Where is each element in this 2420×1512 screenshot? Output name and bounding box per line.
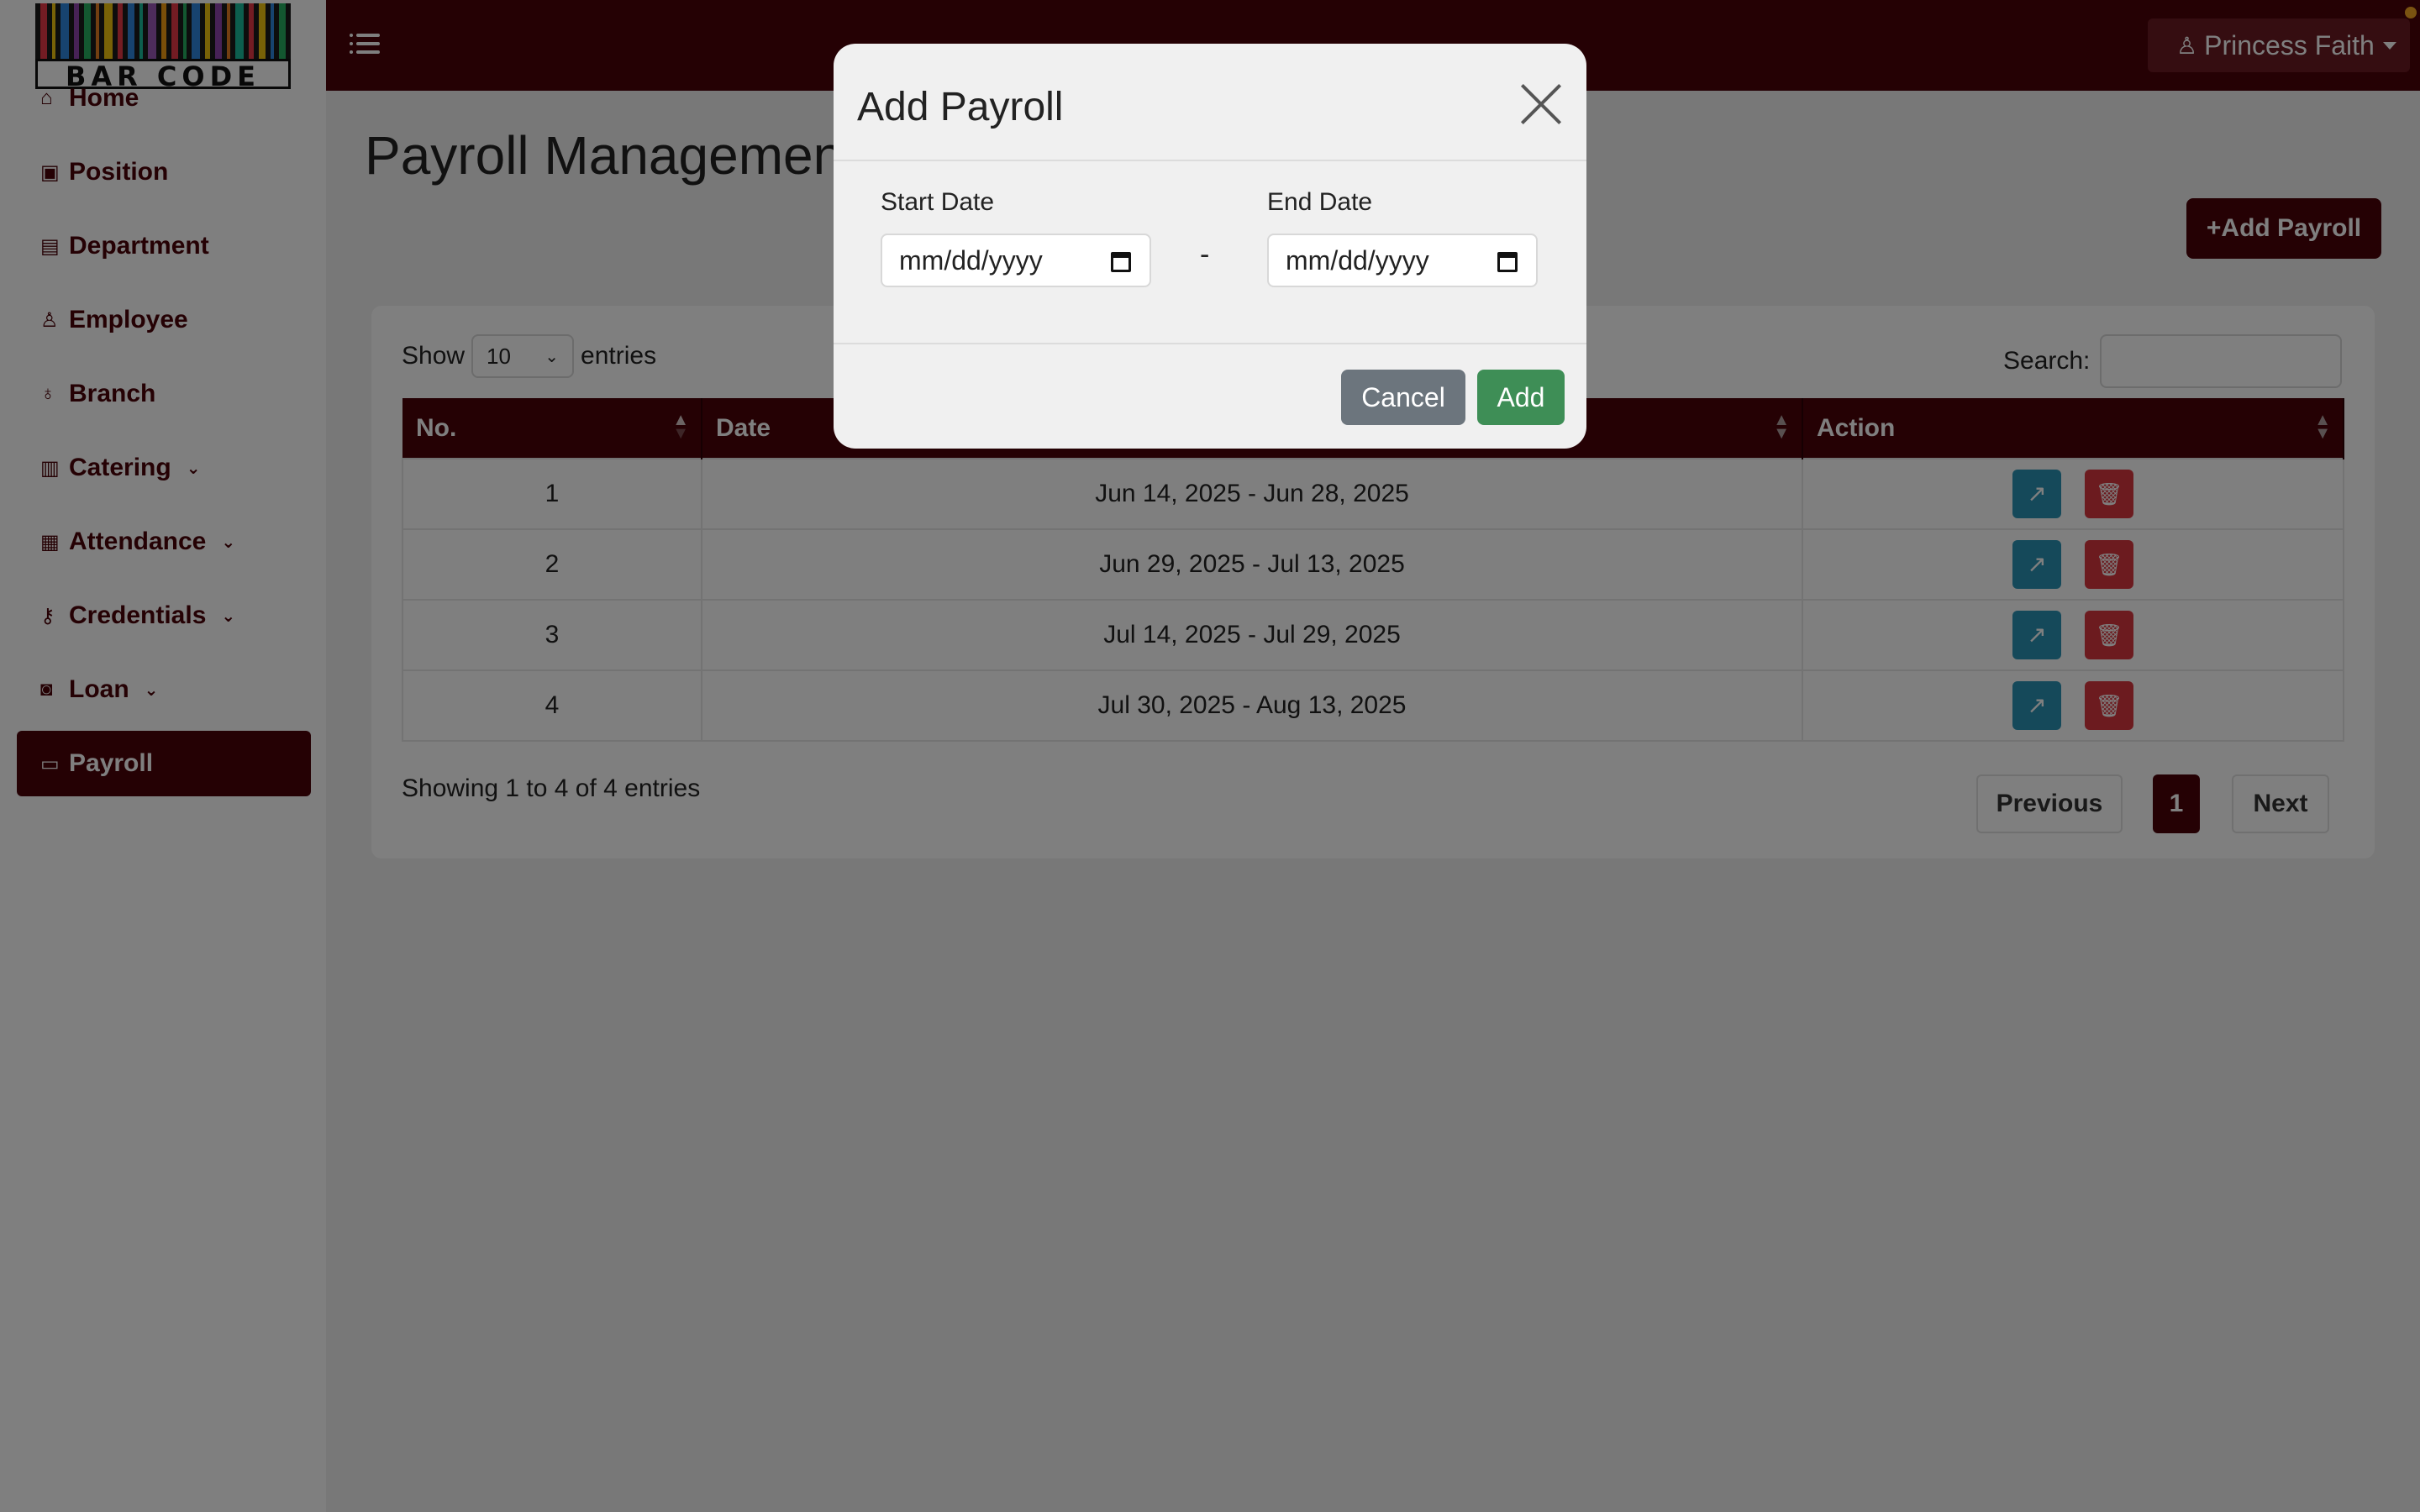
add-payroll-modal: Add Payroll Start Date mm/dd/yyyy - End … xyxy=(834,44,1586,449)
close-icon[interactable] xyxy=(1518,81,1565,128)
modal-header: Add Payroll xyxy=(834,44,1586,161)
modal-footer xyxy=(834,343,1586,449)
modal-title: Add Payroll xyxy=(857,85,1064,129)
date-separator: - xyxy=(1200,239,1210,270)
end-date-placeholder: mm/dd/yyyy xyxy=(1286,244,1429,276)
cancel-button[interactable]: Cancel xyxy=(1341,370,1465,425)
end-date-label: End Date xyxy=(1267,188,1373,216)
start-date-input[interactable]: mm/dd/yyyy xyxy=(881,234,1151,287)
add-button[interactable]: Add xyxy=(1477,370,1565,425)
calendar-icon[interactable] xyxy=(1497,252,1518,272)
start-date-placeholder: mm/dd/yyyy xyxy=(899,244,1043,276)
calendar-icon[interactable] xyxy=(1111,252,1131,272)
start-date-label: Start Date xyxy=(881,188,995,216)
end-date-input[interactable]: mm/dd/yyyy xyxy=(1267,234,1538,287)
